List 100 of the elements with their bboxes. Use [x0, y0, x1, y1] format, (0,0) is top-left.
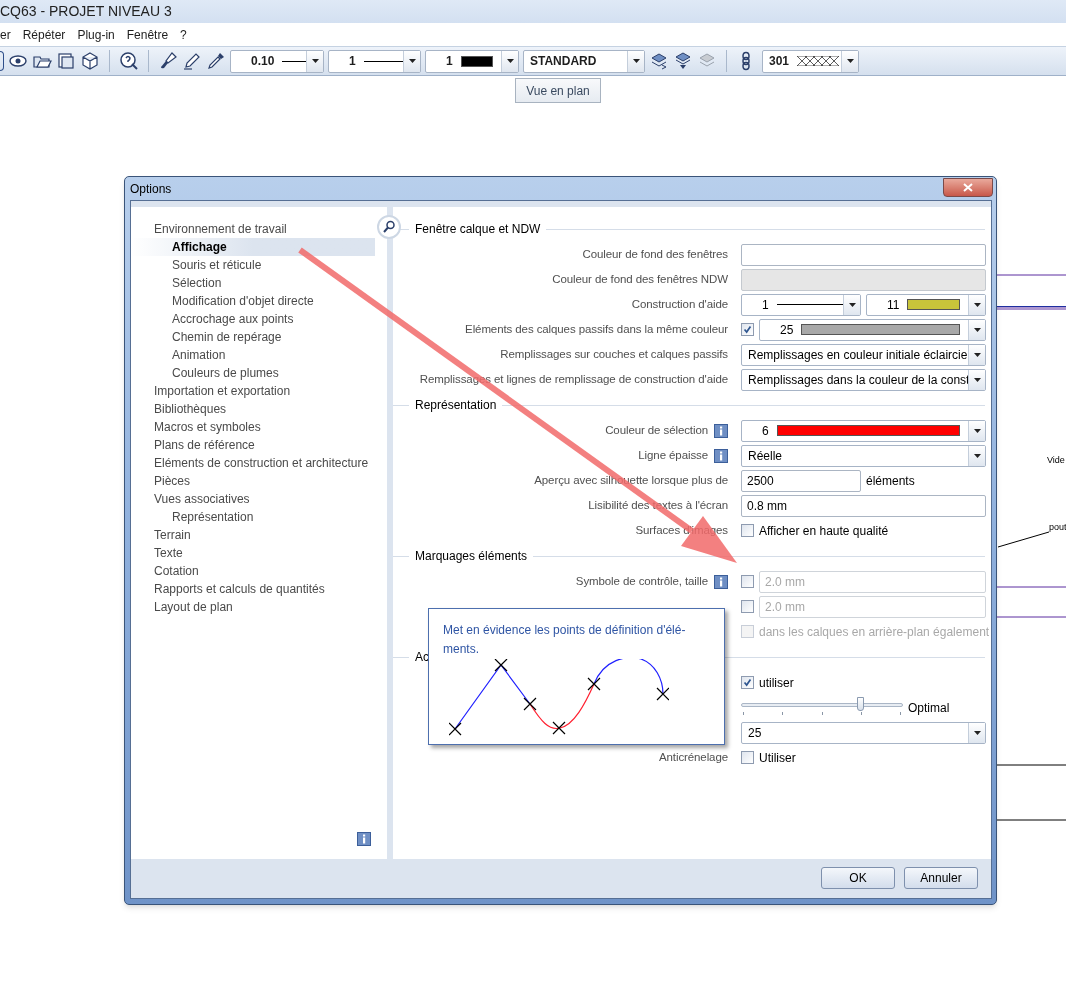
checkbox[interactable] [741, 524, 754, 537]
caret-icon[interactable] [311, 59, 319, 63]
caret-icon[interactable] [973, 730, 981, 735]
checkbox-option[interactable]: Utiliser [741, 748, 796, 767]
menu-item[interactable]: ? [180, 25, 187, 44]
brush-icon[interactable] [158, 51, 178, 71]
info-icon[interactable] [357, 832, 371, 846]
dropdown[interactable]: 25 [741, 721, 986, 744]
checkbox-option[interactable]: utiliser [741, 673, 794, 692]
dropdown[interactable]: Réelle [741, 444, 986, 467]
menu-item[interactable]: Fenêtre [126, 25, 169, 44]
tree-item[interactable]: Accrochage aux points [131, 310, 375, 328]
caret-icon[interactable] [973, 352, 981, 357]
dropdown[interactable]: 25 [759, 318, 986, 341]
input-field[interactable] [741, 243, 986, 266]
tree-item[interactable]: Représentation [131, 508, 375, 526]
layers-icon[interactable] [673, 51, 693, 71]
caret-icon[interactable] [408, 59, 416, 63]
dialog-button[interactable]: OK [821, 867, 895, 889]
checkbox[interactable] [741, 323, 754, 336]
tree-item[interactable]: Couleurs de plumes [131, 364, 375, 382]
checkbox[interactable] [741, 600, 754, 613]
checkbox[interactable] [741, 575, 754, 588]
dropdown[interactable]: 301 [762, 49, 859, 73]
checkbox[interactable] [741, 751, 754, 764]
tooltip: Vue en plan [515, 78, 601, 103]
caret-icon[interactable] [973, 428, 981, 433]
popup-text: Met en évidence les points de définition d'élé- ments. [443, 622, 686, 658]
caret-icon[interactable] [973, 377, 981, 382]
input-field[interactable]: 2500 [741, 469, 861, 492]
section-heading: Fenêtre calque et NDW [414, 221, 542, 238]
field-label: Remplissages sur couches et calques passifs [500, 346, 728, 362]
dropdown[interactable]: Remplissages en couleur initiale éclaircie [741, 343, 986, 366]
field-label: Couleur de sélection [605, 422, 708, 438]
caret-icon[interactable] [973, 327, 981, 332]
tree-item[interactable]: Bibliothèques [131, 400, 375, 418]
field-label: Anticrénelage [658, 749, 728, 765]
tree-item[interactable]: Pièces [131, 472, 375, 490]
tree-item[interactable]: Importation et exportation [131, 382, 375, 400]
section-heading: Ac [414, 649, 430, 666]
unit-label: éléments [866, 472, 915, 490]
unit-label: Optimal [908, 699, 950, 717]
tree-item[interactable]: Plans de référence [131, 436, 375, 454]
slider-thumb[interactable] [857, 696, 865, 711]
field-label: Couleur de fond des fenêtres NDW [552, 271, 728, 287]
tree-item[interactable]: Texte [131, 544, 375, 562]
canvas-label: pout [1049, 521, 1066, 534]
input-field[interactable]: 0.8 mm [741, 494, 986, 517]
tree-item[interactable]: Layout de plan [131, 598, 375, 616]
info-icon[interactable] [714, 448, 728, 463]
tree-item[interactable]: Eléments de construction et architecture [131, 454, 375, 472]
help-icon[interactable] [119, 51, 139, 71]
dropdown[interactable]: 1 [328, 49, 421, 73]
canvas-label: Vide [1047, 454, 1065, 467]
tree-item[interactable]: Modification d'objet directe [131, 292, 375, 310]
tree-item[interactable]: Vues associatives [131, 490, 375, 508]
dropdown[interactable]: 1 [741, 293, 861, 316]
close-icon[interactable] [963, 182, 973, 192]
folder-icon[interactable] [56, 51, 76, 71]
pencil-icon[interactable] [182, 51, 202, 71]
dropdown[interactable]: 1 [425, 49, 519, 73]
window-title: CQ63 - PROJET NIVEAU 3 [0, 0, 1066, 23]
tree-item[interactable]: Chemin de repérage [131, 328, 375, 346]
caret-icon[interactable] [506, 59, 514, 63]
info-icon[interactable] [714, 574, 728, 589]
field-label: Construction d'aide [631, 296, 728, 312]
caret-icon[interactable] [848, 302, 856, 307]
caret-icon[interactable] [846, 59, 854, 63]
dialog-button[interactable]: Annuler [904, 867, 978, 889]
dropdown[interactable]: STANDARD [523, 49, 645, 73]
close-button[interactable] [943, 177, 993, 197]
checkbox-option[interactable]: Afficher en haute qualité [741, 521, 889, 540]
dropdown[interactable]: 11 [866, 293, 986, 316]
tree-item[interactable]: Souris et réticule [131, 256, 375, 274]
field-label: Symbole de contrôle, taille [575, 573, 708, 589]
menu-item[interactable]: er [0, 25, 11, 44]
tree-item[interactable]: Cotation [131, 562, 375, 580]
tree-item[interactable]: Rapports et calculs de quantités [131, 580, 375, 598]
cube-icon[interactable] [80, 51, 100, 71]
dropper-icon[interactable] [206, 51, 226, 71]
dropdown[interactable]: 6 [741, 419, 986, 442]
caret-icon[interactable] [973, 302, 981, 307]
tree-item[interactable]: Animation [131, 346, 375, 364]
tree-item[interactable]: Macros et symboles [131, 418, 375, 436]
tree-item[interactable]: Environnement de travail [131, 220, 375, 238]
section-heading: Marquages éléments [414, 548, 529, 565]
dialog-title: Options [130, 181, 172, 198]
menu-item[interactable]: Plug-in [77, 25, 115, 44]
checkbox[interactable] [741, 676, 754, 689]
caret-icon[interactable] [632, 59, 640, 63]
caret-icon[interactable] [973, 453, 981, 458]
info-icon[interactable] [714, 423, 728, 438]
section-heading: Représentation [414, 397, 498, 414]
menu-item[interactable]: Répéter [22, 25, 66, 44]
layers-icon[interactable] [649, 51, 669, 71]
tree-item[interactable]: Terrain [131, 526, 375, 544]
dropdown[interactable]: 0.10 [230, 49, 324, 73]
field-label: Couleur de fond des fenêtres [582, 246, 728, 262]
tree-item[interactable]: Sélection [131, 274, 375, 292]
field-label: Ligne épaisse [638, 447, 708, 463]
